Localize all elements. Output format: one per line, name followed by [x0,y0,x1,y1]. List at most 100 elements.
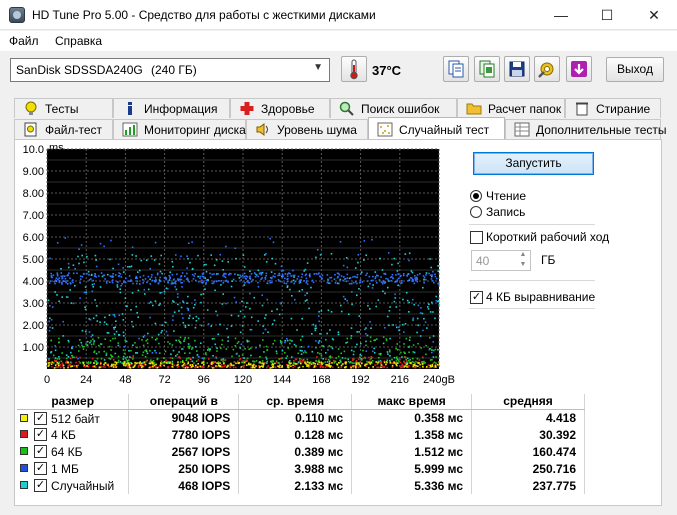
series-checkbox[interactable]: ✓ [34,445,47,458]
tab-random-access[interactable]: Случайный тест [368,117,505,139]
tab-health[interactable]: Здоровье [230,98,330,118]
scatter-point-4kb [352,366,355,369]
series-checkbox[interactable]: ✓ [34,411,47,425]
thermometer-button[interactable] [341,56,367,82]
start-button[interactable]: Запустить [473,152,594,175]
series-checkbox[interactable]: ✓ [34,462,47,475]
scatter-point-1mb [135,275,138,278]
scatter-point-512b [292,364,294,366]
scatter-point-64kb [195,360,198,362]
scatter-point-512b [123,361,126,363]
tab-disk-monitor[interactable]: Мониторинг диска [113,119,246,139]
scatter-point-1mb [225,302,227,305]
exit-button[interactable]: Выход [606,57,664,82]
stepper-up-icon[interactable]: ▲ [516,251,530,261]
scatter-point-1mb [74,267,76,270]
scatter-point-4kb [177,356,180,359]
write-radio[interactable] [470,206,482,218]
options-button[interactable] [534,56,560,82]
series-checkbox[interactable]: ✓ [34,428,47,441]
scatter-point-random [394,297,397,299]
minimize-button[interactable]: — [538,0,584,30]
menu-help[interactable]: Справка [55,34,102,48]
scatter-point-64kb [191,348,193,350]
tab-erase[interactable]: Стирание [565,98,661,118]
scatter-point-1mb [274,273,276,275]
tab-folder-usage[interactable]: Расчет папок [457,98,565,118]
scatter-point-1mb [218,280,220,282]
scatter-point-64kb [92,338,94,341]
scatter-point-1mb [344,278,346,280]
scatter-point-random [285,357,287,359]
scatter-point-1mb [286,273,289,275]
scatter-point-random [271,257,273,260]
scatter-point-64kb [378,353,381,355]
scatter-point-1mb [306,283,309,285]
align-4k-checkbox[interactable]: ✓ [470,291,483,304]
scatter-point-1mb [286,278,288,281]
scatter-point-512b [67,366,69,369]
scatter-point-1mb [187,309,189,311]
col-avg: ср. время [238,394,353,410]
scatter-point-64kb [98,351,100,353]
scatter-point-1mb [372,350,374,353]
maximize-button[interactable]: ☐ [584,0,630,30]
copy-screenshot-button[interactable] [474,56,500,82]
series-checkbox[interactable]: ✓ [34,479,47,492]
scatter-point-1mb [174,285,176,288]
scatter-point-random [109,258,111,261]
scatter-point-1mb [384,281,387,283]
short-stroke-stepper[interactable]: 40 ▲ ▼ [471,250,531,271]
tab-tests[interactable]: Тесты [14,98,113,118]
scatter-point-1mb [346,299,348,302]
scatter-point-64kb [429,347,432,350]
scatter-point-4kb [380,360,383,363]
drive-select[interactable]: SanDisk SDSSDA240G (240 ГБ) ▼ [10,58,330,82]
scatter-point-64kb [181,359,184,362]
save-button[interactable] [504,56,530,82]
tab-aam[interactable]: Уровень шума [246,119,368,139]
scatter-point-4kb [56,363,58,365]
stepper-down-icon[interactable]: ▼ [516,261,530,271]
scatter-point-64kb [180,342,182,344]
read-radio[interactable] [470,190,482,202]
scatter-point-64kb [358,356,361,359]
scatter-point-1mb [205,279,208,281]
scatter-point-1mb [128,280,130,282]
scatter-point-random [104,316,106,319]
scatter-point-4kb [189,357,191,360]
scatter-point-4kb [245,359,248,361]
scatter-point-random [262,325,264,327]
close-button[interactable]: ✕ [631,0,677,30]
scatter-point-1mb [156,273,159,276]
scatter-point-1mb [294,280,296,283]
tab-error-scan[interactable]: Поиск ошибок [330,98,457,118]
scatter-point-random [413,351,416,354]
scatter-point-4kb [316,361,318,363]
tab-file-benchmark[interactable]: Файл-тест [14,119,113,139]
scatter-point-random [226,327,228,330]
tab-extra-tests[interactable]: Дополнительные тесты [505,119,666,139]
scatter-point-4kb [422,356,424,359]
scatter-point-1mb [86,272,88,275]
copy-info-button[interactable] [443,56,469,82]
scatter-point-64kb [82,348,85,350]
scatter-point-random [205,270,208,273]
scatter-point-1mb [191,241,193,243]
col-max: макс время [351,394,473,410]
scatter-point-4kb [169,357,172,359]
scatter-point-random [114,326,117,328]
scatter-point-4kb [184,364,186,366]
scatter-point-64kb [117,355,120,358]
menu-file[interactable]: Файл [9,34,39,48]
scatter-point-1mb [55,277,58,279]
scatter-point-64kb [188,347,190,350]
scatter-point-random [189,261,191,264]
scatter-point-random [123,271,125,273]
scatter-point-64kb [206,362,209,364]
download-button[interactable] [566,56,592,82]
col-mean: средняя [471,394,585,410]
short-stroke-checkbox[interactable] [470,231,483,244]
tab-info[interactable]: Информация [113,98,230,118]
scatter-point-4kb [220,363,223,366]
